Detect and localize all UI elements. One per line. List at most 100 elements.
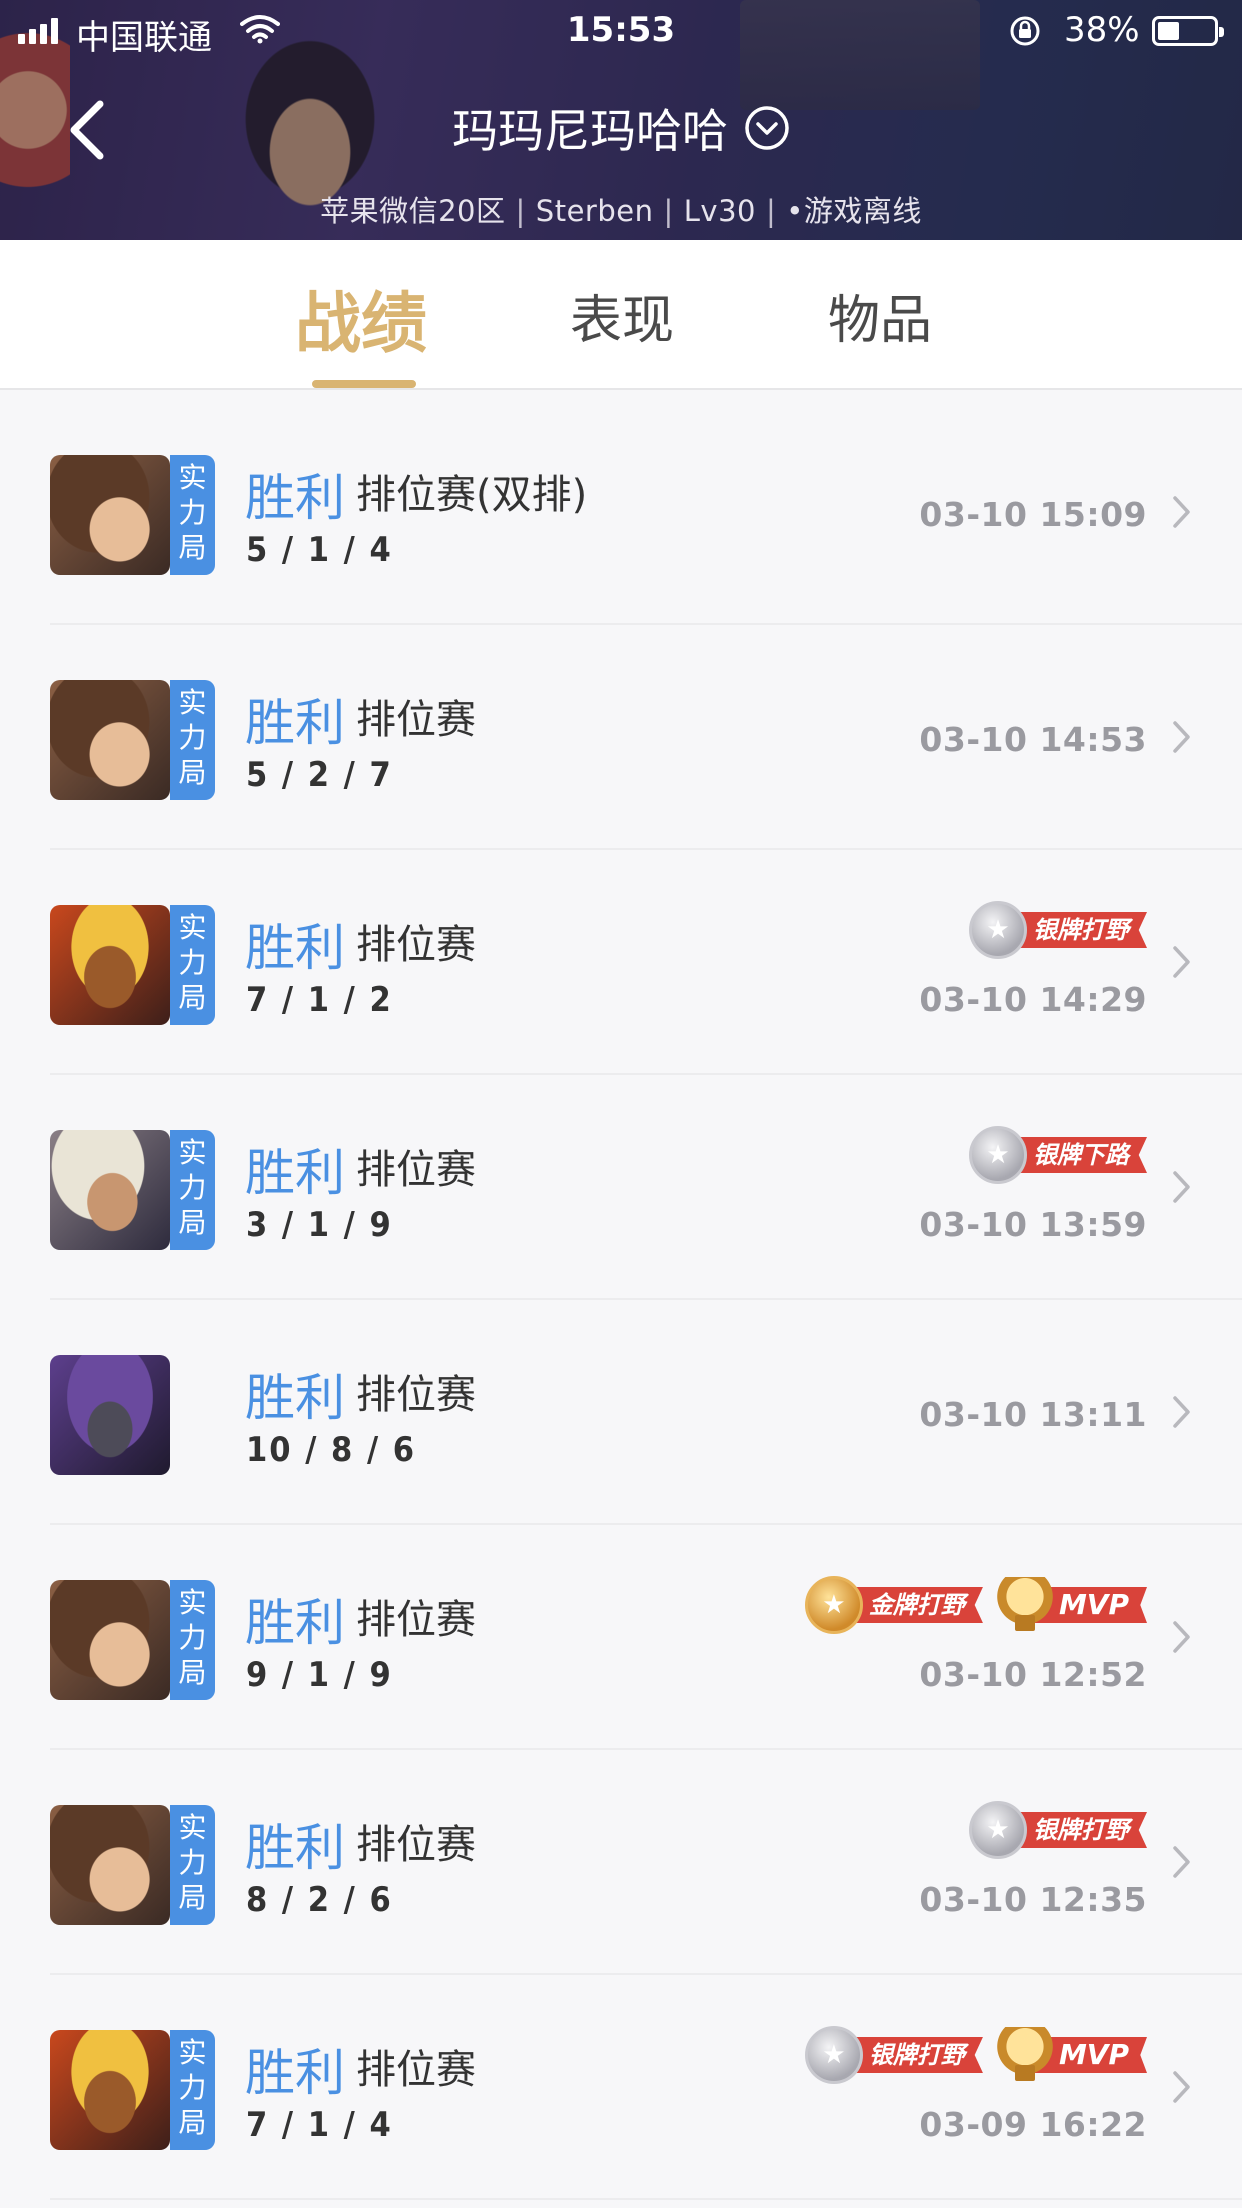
match-type: 排位赛	[356, 1147, 476, 1193]
silver-medal-badge: ★ 银牌打野	[804, 2025, 983, 2085]
chevron-right-icon	[1173, 1396, 1190, 1428]
badge-label: 银牌下路	[1009, 1137, 1147, 1173]
match-time: 03-10 12:35	[919, 1880, 1147, 1919]
achievement-badges: ★ 银牌打野	[969, 1800, 1147, 1860]
hero-avatar	[50, 1130, 170, 1250]
match-result: 胜利	[245, 694, 345, 752]
kda-score: 10 / 8 / 6	[246, 1430, 417, 1470]
badge-label: 银牌打野	[1009, 912, 1147, 948]
badge-label: 银牌打野	[1009, 1812, 1147, 1848]
silver-medal-badge: ★ 银牌打野	[969, 1800, 1147, 1860]
hero-avatar	[50, 1580, 170, 1700]
star-medal-icon: ★	[969, 1801, 1027, 1859]
chevron-right-icon	[1173, 946, 1190, 978]
trophy-icon	[996, 1577, 1053, 1633]
match-result: 胜利	[245, 1144, 345, 1202]
hero-avatar	[50, 1805, 170, 1925]
kda-score: 8 / 2 / 6	[246, 1880, 393, 1920]
match-result: 胜利	[245, 919, 345, 977]
match-type: 排位赛	[356, 1822, 476, 1868]
battery-icon	[1152, 16, 1224, 46]
tab-record[interactable]: 战绩	[295, 270, 427, 366]
player-name-switcher[interactable]: 玛玛尼玛哈哈	[0, 95, 1242, 161]
achievement-badges: ★ 银牌下路	[969, 1125, 1147, 1185]
match-type: 排位赛	[356, 697, 476, 743]
match-time: 03-10 14:53	[919, 720, 1147, 759]
star-medal-icon: ★	[969, 901, 1027, 959]
ranked-strength-tag: 实力局	[170, 1130, 215, 1250]
match-time: 03-10 15:09	[919, 495, 1147, 534]
kda-score: 5 / 1 / 4	[246, 530, 393, 570]
clock: 15:53	[566, 10, 676, 50]
trophy-icon	[996, 2027, 1053, 2083]
match-result: 胜利	[245, 469, 345, 527]
match-result: 胜利	[245, 2044, 345, 2102]
hero-avatar	[50, 1355, 170, 1475]
match-type: 排位赛	[356, 1372, 476, 1418]
rotation-lock-icon	[1010, 16, 1040, 46]
tab-active-indicator	[312, 380, 416, 388]
ranked-strength-tag: 实力局	[170, 2030, 215, 2150]
tab-items[interactable]: 物品	[828, 278, 932, 353]
match-time: 03-10 13:11	[919, 1395, 1147, 1434]
match-type: 排位赛	[356, 2047, 476, 2093]
account-name: Sterben	[535, 194, 654, 228]
match-type: 排位赛(双排)	[356, 472, 588, 518]
mvp-badge: MVP	[996, 2025, 1147, 2085]
chevron-right-icon	[1173, 721, 1190, 753]
ranked-strength-tag: 实力局	[170, 1580, 215, 1700]
chevron-right-icon	[1173, 1171, 1190, 1203]
match-row[interactable]: 实力局胜利 排位赛(双排) 5 / 1 / 4 03-10 15:09	[50, 400, 1242, 625]
chevron-right-icon	[1173, 496, 1190, 528]
silver-medal-badge: ★ 银牌打野	[969, 900, 1147, 960]
star-medal-icon: ★	[804, 2026, 863, 2084]
kda-score: 7 / 1 / 2	[246, 980, 393, 1020]
achievement-badges: ★ 金牌打野 MVP	[804, 1575, 1147, 1635]
hero-avatar	[50, 2030, 170, 2150]
chevron-right-icon	[1173, 1846, 1190, 1878]
match-time: 03-10 12:52	[919, 1655, 1147, 1694]
gold-medal-badge: ★ 金牌打野	[804, 1575, 983, 1635]
badge-label: 银牌打野	[844, 2037, 983, 2073]
kda-score: 7 / 1 / 4	[246, 2105, 393, 2145]
star-medal-icon: ★	[969, 1126, 1027, 1184]
match-row[interactable]: 实力局胜利 排位赛 8 / 2 / 6 ★ 银牌打野 03-10 12:35	[50, 1750, 1242, 1975]
star-medal-icon: ★	[804, 1576, 863, 1634]
server-name: 苹果微信20区	[320, 194, 506, 228]
match-row[interactable]: 实力局胜利 排位赛 7 / 1 / 2 ★ 银牌打野 03-10 14:29	[50, 850, 1242, 1075]
silver-medal-badge: ★ 银牌下路	[969, 1125, 1147, 1185]
match-result: 胜利	[245, 1819, 345, 1877]
status-bar: 中国联通 15:53 38%	[0, 0, 1242, 60]
chevron-right-icon	[1173, 1621, 1190, 1653]
match-list: 实力局胜利 排位赛(双排) 5 / 1 / 4 03-10 15:09 实力局胜利 排位赛…	[0, 400, 1242, 2200]
match-time: 03-10 13:59	[919, 1205, 1147, 1244]
match-type: 排位赛	[356, 922, 476, 968]
tab-bar: 战绩 表现 物品	[0, 240, 1242, 390]
mvp-badge: MVP	[996, 1575, 1147, 1635]
profile-banner: 中国联通 15:53 38% 玛玛尼玛哈哈 苹果微信20区 | Sterben | Lv…	[0, 0, 1242, 240]
achievement-badges: ★ 银牌打野 MVP	[804, 2025, 1147, 2085]
match-result: 胜利	[245, 1594, 345, 1652]
profile-info: 苹果微信20区 | Sterben | Lv30 | •游戏离线	[320, 194, 922, 228]
match-row[interactable]: 实力局胜利 排位赛 7 / 1 / 4 ★ 银牌打野 MVP 03-09 16:22	[50, 1975, 1242, 2200]
hero-avatar	[50, 905, 170, 1025]
match-row[interactable]: 实力局胜利 排位赛 5 / 2 / 7 03-10 14:53	[50, 625, 1242, 850]
kda-score: 5 / 2 / 7	[246, 755, 393, 795]
kda-score: 3 / 1 / 9	[246, 1205, 393, 1245]
player-level: Lv30	[683, 194, 756, 228]
ranked-strength-tag: 实力局	[170, 1805, 215, 1925]
hero-avatar	[50, 455, 170, 575]
match-result: 胜利	[245, 1369, 345, 1427]
online-status: •游戏离线	[786, 194, 922, 228]
player-name: 玛玛尼玛哈哈	[452, 104, 728, 158]
match-time: 03-10 14:29	[919, 980, 1147, 1019]
kda-score: 9 / 1 / 9	[246, 1655, 393, 1695]
match-row[interactable]: 实力局胜利 排位赛 3 / 1 / 9 ★ 银牌下路 03-10 13:59	[50, 1075, 1242, 1300]
tab-performance[interactable]: 表现	[570, 278, 674, 353]
achievement-badges: ★ 银牌打野	[969, 900, 1147, 960]
ranked-strength-tag: 实力局	[170, 680, 215, 800]
battery-percent: 38%	[1064, 10, 1140, 50]
hero-avatar	[50, 680, 170, 800]
match-row[interactable]: 实力局胜利 排位赛 9 / 1 / 9 ★ 金牌打野 MVP 03-10 12:52	[50, 1525, 1242, 1750]
match-row[interactable]: 胜利 排位赛 10 / 8 / 6 03-10 13:11	[50, 1300, 1242, 1525]
